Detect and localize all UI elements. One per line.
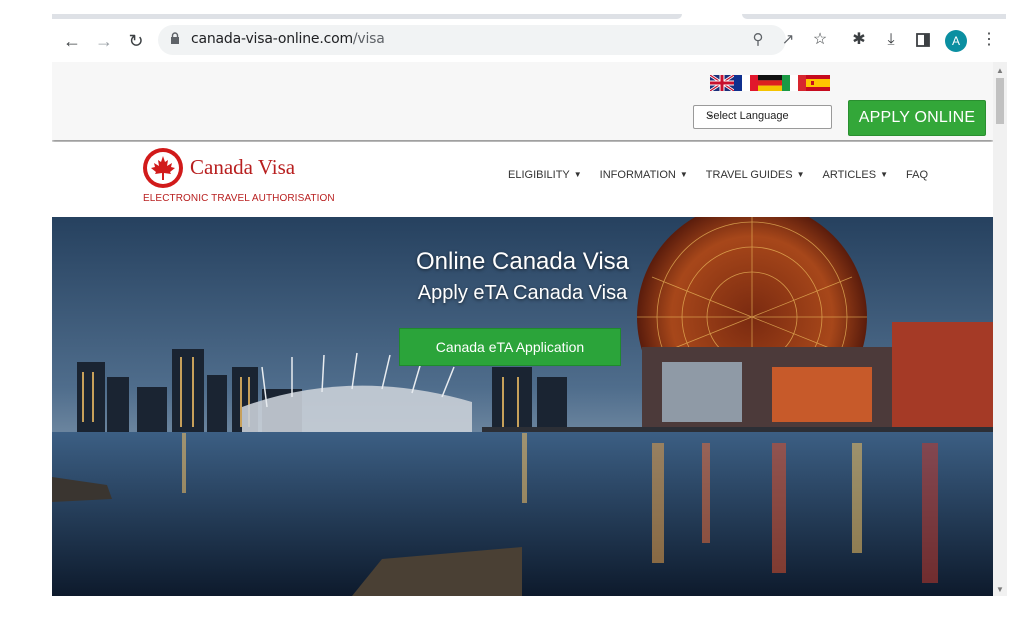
spain-flag[interactable] [806, 75, 830, 91]
hero-subtitle: Apply eTA Canada Visa [417, 282, 628, 304]
nav-faq[interactable]: FAQ [906, 169, 928, 181]
menu-icon[interactable]: ⋮ [979, 30, 999, 50]
site-brand[interactable]: Canada Visa [190, 155, 295, 180]
address-bar[interactable]: canada-visa-online.com/visa ⚲ ↗ [158, 25, 794, 55]
hero-title: Online Canada Visa [415, 248, 630, 275]
forward-icon[interactable]: → [94, 31, 114, 51]
back-icon[interactable]: ← [62, 31, 82, 51]
chevron-down-icon: ⌄ [706, 109, 715, 120]
flag-list [710, 75, 830, 93]
scrollbar-thumb[interactable] [996, 78, 1004, 124]
uk-flag[interactable] [710, 75, 734, 91]
caret-down-icon: ▼ [796, 170, 805, 179]
caret-down-icon: ▼ [573, 170, 582, 179]
tab-strip-right [742, 14, 1006, 19]
download-icon[interactable]: ⤓ [881, 30, 901, 50]
maple-leaf-icon [151, 156, 175, 180]
profile-avatar[interactable]: A [945, 30, 967, 52]
scroll-up-icon[interactable]: ▲ [996, 66, 1004, 75]
lock-icon [171, 32, 179, 44]
extensions-icon[interactable]: ✱ [849, 30, 869, 50]
scroll-down-icon[interactable]: ▼ [996, 585, 1004, 594]
nav-travel-guides[interactable]: TRAVEL GUIDES ▼ [706, 169, 805, 181]
page-scrollbar[interactable]: ▲ ▼ [993, 62, 1007, 596]
url-text: canada-visa-online.com/visa [191, 31, 385, 47]
zoom-icon[interactable]: ⚲ [748, 30, 768, 50]
eta-application-button[interactable]: Canada eTA Application [399, 328, 621, 366]
italy-flag[interactable] [782, 75, 806, 91]
nav-eligibility[interactable]: ELIGIBILITY ▼ [508, 169, 582, 181]
caret-down-icon: ▼ [880, 170, 889, 179]
share-icon[interactable]: ↗ [778, 30, 798, 50]
reload-icon[interactable]: ↻ [126, 31, 146, 51]
caret-down-icon: ▼ [679, 170, 688, 179]
maple-leaf-logo[interactable] [143, 148, 183, 188]
side-panel-icon[interactable] [913, 30, 933, 50]
nav-information[interactable]: INFORMATION ▼ [600, 169, 688, 181]
hero-banner: Online Canada Visa Apply eTA Canada Visa… [52, 217, 993, 596]
star-icon[interactable]: ☆ [810, 30, 830, 50]
germany-flag[interactable] [758, 75, 782, 91]
france-flag[interactable] [734, 75, 758, 91]
main-nav: ELIGIBILITY ▼ INFORMATION ▼ TRAVEL GUIDES ▼… [508, 169, 946, 181]
site-header: Canada Visa ELECTRONIC TRAVEL AUTHORISAT… [52, 142, 993, 217]
tab-strip [52, 14, 682, 19]
site-tagline: ELECTRONIC TRAVEL AUTHORISATION [143, 193, 335, 204]
language-select[interactable]: Select Language ⌄ [693, 105, 832, 129]
apply-online-button[interactable]: APPLY ONLINE [848, 100, 986, 136]
nav-articles[interactable]: ARTICLES ▼ [823, 169, 889, 181]
language-bar: Select Language ⌄ APPLY ONLINE [52, 62, 993, 140]
page-viewport: Select Language ⌄ APPLY ONLINE Canada Vi… [52, 62, 993, 596]
browser-toolbar: ← → ↻ canada-visa-online.com/visa ⚲ ↗ ☆ … [52, 14, 1006, 62]
